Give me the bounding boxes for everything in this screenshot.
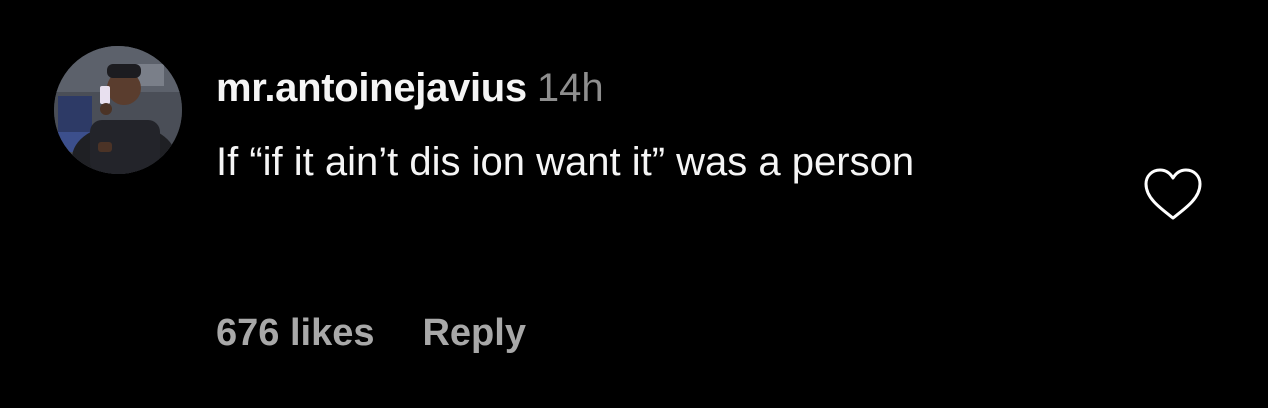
reply-button[interactable]: Reply xyxy=(422,312,525,354)
comment-actions: 676 likes Reply xyxy=(216,308,526,358)
timestamp: 14h xyxy=(536,66,604,110)
comment: mr.antoinejavius 14h If “if it ain’t dis … xyxy=(0,0,1268,408)
username[interactable]: mr.antoinejavius xyxy=(216,66,527,110)
heart-icon[interactable] xyxy=(1142,166,1204,224)
comment-text: If “if it ain’t dis ion want it” was a p… xyxy=(216,140,915,184)
comment-header: mr.antoinejavius 14h xyxy=(216,62,604,123)
likes-count[interactable]: 676 likes xyxy=(216,312,374,354)
avatar[interactable] xyxy=(54,46,182,174)
avatar-photo xyxy=(54,46,182,174)
